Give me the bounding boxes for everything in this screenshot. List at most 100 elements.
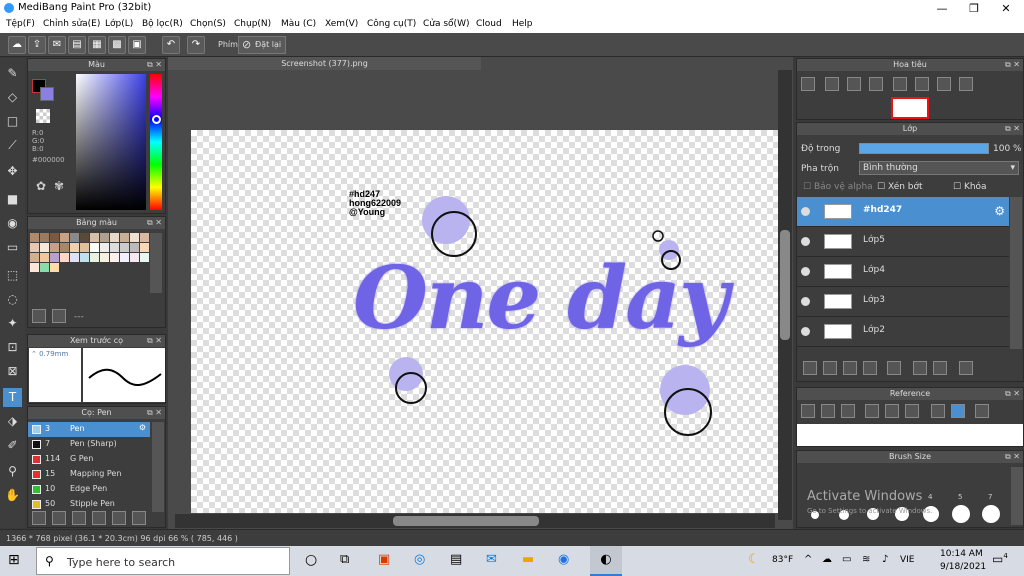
hue-handle[interactable] (152, 115, 161, 124)
add-brush-icon[interactable] (32, 511, 46, 525)
gradient-tool-icon[interactable]: ▭ (3, 238, 22, 257)
palette-swatch[interactable] (110, 233, 119, 242)
panel-buttons-icon[interactable]: ⧉ ✕ (147, 335, 162, 347)
windows-start-icon[interactable]: ⊞ (8, 552, 20, 568)
canvas-vertical-scrollbar[interactable] (778, 70, 792, 520)
select-pen-icon[interactable]: ⊡ (3, 338, 22, 357)
protect-alpha-checkbox[interactable]: ☐ Bảo vệ alpha (803, 182, 873, 192)
search-box[interactable]: ⚲ Type here to search (36, 547, 290, 575)
menu-filter[interactable]: Bộ lọc(R) (142, 19, 183, 29)
clock-date[interactable]: 9/18/2021 (940, 562, 986, 572)
clock-time[interactable]: 10:14 AM (940, 549, 983, 559)
palette-swatch[interactable] (30, 253, 39, 262)
wifi-icon[interactable]: ≋ (862, 554, 870, 565)
palette-swatch[interactable] (100, 233, 109, 242)
line-tool-icon[interactable]: ⟋ (3, 136, 22, 155)
reference-zoom-in-icon[interactable] (865, 404, 879, 418)
medibang-taskbar-icon[interactable]: ◐ (590, 546, 622, 576)
palette-swatch[interactable] (40, 233, 49, 242)
hue-slider[interactable] (150, 74, 162, 210)
dot-tool-icon[interactable]: □ (3, 112, 22, 131)
palette-swatch[interactable] (120, 243, 129, 252)
layer-row[interactable]: Lớp4 (797, 257, 1009, 287)
artboard[interactable]: #hd247 hong622009 @Young One day (191, 130, 778, 513)
reference-eyedropper-icon[interactable] (931, 404, 945, 418)
new-1bit-layer-icon[interactable] (843, 361, 857, 375)
brush-item[interactable]: 15 Mapping Pen (28, 467, 150, 482)
reference-close-icon[interactable] (841, 404, 855, 418)
palette-swatch[interactable] (70, 243, 79, 252)
palette-scrollbar[interactable] (150, 233, 162, 293)
palette-swatch[interactable] (140, 253, 149, 262)
menu-window[interactable]: Cửa sổ(W) (423, 19, 469, 29)
reference-rotate-icon[interactable] (975, 404, 989, 418)
palette-swatch[interactable] (110, 243, 119, 252)
divide-tool-icon[interactable]: ⬗ (3, 412, 22, 431)
layer-row[interactable]: Lớp3 (797, 287, 1009, 317)
palette-swatch[interactable] (70, 233, 79, 242)
palette-swatch[interactable] (80, 253, 89, 262)
lasso-tool-icon[interactable]: ◌ (3, 290, 22, 309)
menu-tools[interactable]: Công cụ(T) (367, 19, 416, 29)
new-palette-icon[interactable] (32, 309, 46, 323)
clipping-checkbox[interactable]: ☐ Xén bớt (877, 182, 923, 192)
network-icon[interactable]: ☁ (822, 554, 832, 565)
brush-tool-icon[interactable]: ✎ (3, 64, 22, 83)
brush-settings-icon[interactable] (92, 511, 106, 525)
brush-item[interactable]: 3 Pen ⚙ (28, 422, 150, 437)
chevron-up-icon[interactable]: ^ (804, 554, 812, 565)
visibility-eye-icon[interactable] (801, 297, 810, 306)
palette-swatch[interactable] (120, 253, 129, 262)
menu-layer[interactable]: Lớp(L) (105, 19, 133, 29)
task-view-icon[interactable]: ⧉ (340, 552, 349, 567)
opacity-slider[interactable] (859, 143, 989, 154)
close-button[interactable]: ✕ (990, 0, 1022, 17)
pipette-icon[interactable]: ⚲ (3, 462, 22, 481)
panel-buttons-icon[interactable]: ⧉ ✕ (1005, 451, 1020, 463)
palette-swatch[interactable] (120, 233, 129, 242)
palette-swatch[interactable] (80, 233, 89, 242)
material-icon[interactable]: ▤ (68, 36, 86, 54)
select-rect-icon[interactable]: ⬚ (3, 266, 22, 285)
folder-icon[interactable] (887, 361, 901, 375)
cloud-icon[interactable]: ☁ (8, 36, 26, 54)
palette-swatch[interactable] (60, 233, 69, 242)
brush-copy-icon[interactable] (132, 511, 146, 525)
palette-settings-icon[interactable]: ✾ (54, 179, 64, 193)
visibility-eye-icon[interactable] (801, 237, 810, 246)
reference-fit-icon[interactable] (885, 404, 899, 418)
delete-layer-icon[interactable] (959, 361, 973, 375)
horizontal-scroll-thumb[interactable] (393, 516, 539, 526)
brush-scrollbar[interactable] (152, 422, 164, 512)
redo-icon[interactable]: ↷ (187, 36, 205, 54)
menu-cloud[interactable]: Cloud (476, 19, 502, 29)
reference-zoom-out-icon[interactable] (905, 404, 919, 418)
tiles-icon[interactable]: ▣ (128, 36, 146, 54)
language-indicator[interactable]: VIE (900, 555, 915, 565)
palette-swatch[interactable] (30, 243, 39, 252)
palette-swatch[interactable] (50, 263, 59, 272)
text-tool-icon[interactable]: T (3, 388, 22, 407)
palette-swatch[interactable] (50, 243, 59, 252)
edge-icon[interactable]: ◎ (414, 552, 425, 567)
file-explorer-icon[interactable]: ▬ (522, 552, 534, 567)
panel-buttons-icon[interactable]: ⧉ ✕ (1005, 388, 1020, 400)
visibility-eye-icon[interactable] (801, 267, 810, 276)
palette-swatch[interactable] (130, 253, 139, 262)
visibility-eye-icon[interactable] (801, 327, 810, 336)
magic-wand-icon[interactable]: ✦ (3, 314, 22, 333)
zoom-out-icon[interactable] (869, 77, 883, 91)
palette-swatch[interactable] (30, 233, 39, 242)
actual-size-icon[interactable] (915, 77, 929, 91)
comment-icon[interactable]: ✉ (48, 36, 66, 54)
grid-icon[interactable]: ▩ (108, 36, 126, 54)
palette-swatch[interactable] (40, 253, 49, 262)
menu-file[interactable]: Tệp(F) (6, 19, 35, 29)
panel-buttons-icon[interactable]: ⧉ ✕ (147, 217, 162, 229)
menu-view[interactable]: Xem(V) (325, 19, 358, 29)
fit-icon[interactable] (847, 77, 861, 91)
reset-button[interactable]: ⊘ Đặt lại (238, 36, 286, 54)
vertical-scroll-thumb[interactable] (780, 230, 790, 340)
store-icon[interactable]: ▤ (450, 552, 462, 567)
background-swatch[interactable] (40, 87, 54, 101)
